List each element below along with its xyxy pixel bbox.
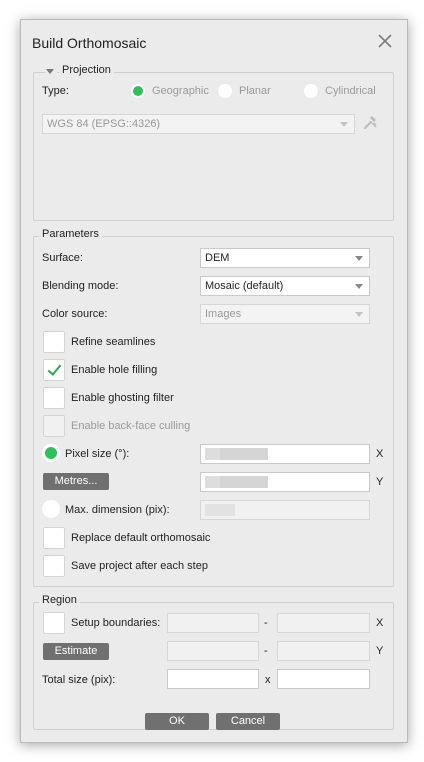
pixel-size-x-axis-label: X [376, 448, 384, 460]
cylindrical-label[interactable]: Cylindrical [325, 85, 376, 97]
color-source-value: Images [205, 308, 242, 320]
chevron-down-icon [355, 284, 363, 289]
enable-back-face-culling-label[interactable]: Enable back-face culling [71, 420, 190, 432]
pixel-size-y-axis-label: Y [376, 476, 384, 488]
surface-label: Surface: [42, 252, 83, 264]
chevron-down-icon [355, 312, 363, 317]
total-size-times: x [265, 674, 271, 686]
parameters-legend: Parameters [39, 228, 102, 240]
surface-select[interactable]: DEM [200, 248, 370, 268]
enable-ghosting-filter-checkbox[interactable] [43, 387, 65, 409]
max-dimension-label[interactable]: Max. dimension (pix): [65, 504, 170, 516]
boundary-y-dash: - [264, 645, 268, 657]
total-size-height-input[interactable] [277, 669, 370, 689]
crs-select[interactable]: WGS 84 (EPSG::4326) [42, 114, 355, 134]
setup-boundaries-checkbox[interactable] [43, 612, 65, 634]
blending-mode-select[interactable]: Mosaic (default) [200, 276, 370, 296]
cancel-button[interactable]: Cancel [216, 713, 280, 730]
enable-ghosting-filter-label[interactable]: Enable ghosting filter [71, 392, 174, 404]
crs-value: WGS 84 (EPSG::4326) [47, 118, 161, 130]
ok-button[interactable]: OK [145, 713, 209, 730]
boundary-x-dash: - [264, 617, 268, 629]
pixel-size-label[interactable]: Pixel size (°): [65, 448, 129, 460]
boundary-y-min-input[interactable] [167, 641, 259, 661]
enable-hole-filling-label[interactable]: Enable hole filling [71, 364, 157, 376]
replace-default-checkbox[interactable] [43, 527, 65, 549]
region-legend: Region [39, 594, 80, 606]
enable-back-face-culling-checkbox[interactable] [43, 415, 65, 437]
boundary-y-max-input[interactable] [277, 641, 370, 661]
pixel-size-radio[interactable] [42, 444, 60, 462]
metres-button[interactable]: Metres... [43, 473, 109, 490]
color-source-select[interactable]: Images [200, 304, 370, 324]
total-size-width-input[interactable] [167, 669, 259, 689]
blending-mode-label: Blending mode: [42, 280, 119, 292]
boundary-x-min-input[interactable] [167, 613, 259, 633]
collapse-triangle-icon[interactable] [45, 67, 57, 77]
build-orthomosaic-dialog: Build Orthomosaic Projection Type: Geogr… [20, 19, 408, 743]
geographic-radio[interactable] [131, 84, 145, 98]
close-icon[interactable] [376, 32, 394, 50]
planar-label[interactable]: Planar [239, 85, 271, 97]
save-project-checkbox[interactable] [43, 555, 65, 577]
chevron-down-icon [355, 256, 363, 261]
pixel-size-y-input[interactable] [200, 472, 370, 492]
color-source-label: Color source: [42, 308, 108, 320]
boundary-y-axis-label: Y [376, 645, 384, 657]
crs-settings-icon[interactable] [361, 114, 379, 132]
enable-hole-filling-checkbox[interactable] [43, 359, 65, 381]
geographic-label[interactable]: Geographic [152, 85, 209, 97]
refine-seamlines-checkbox[interactable] [43, 331, 65, 353]
boundary-x-axis-label: X [376, 617, 384, 629]
total-size-label: Total size (pix): [42, 674, 116, 686]
max-dimension-radio[interactable] [42, 500, 60, 518]
blending-mode-value: Mosaic (default) [205, 280, 284, 292]
dialog-title: Build Orthomosaic [32, 35, 147, 51]
surface-value: DEM [205, 252, 230, 264]
save-project-label[interactable]: Save project after each step [71, 560, 208, 572]
cylindrical-radio[interactable] [304, 84, 318, 98]
planar-radio[interactable] [218, 84, 232, 98]
type-label: Type: [42, 85, 69, 97]
projection-legend: Projection [59, 64, 114, 76]
chevron-down-icon [340, 122, 348, 127]
pixel-size-x-input[interactable] [200, 444, 370, 464]
estimate-button[interactable]: Estimate [43, 643, 109, 660]
refine-seamlines-label[interactable]: Refine seamlines [71, 336, 155, 348]
setup-boundaries-label[interactable]: Setup boundaries: [71, 617, 160, 629]
boundary-x-max-input[interactable] [277, 613, 370, 633]
max-dimension-input[interactable] [200, 500, 370, 520]
replace-default-label[interactable]: Replace default orthomosaic [71, 532, 210, 544]
